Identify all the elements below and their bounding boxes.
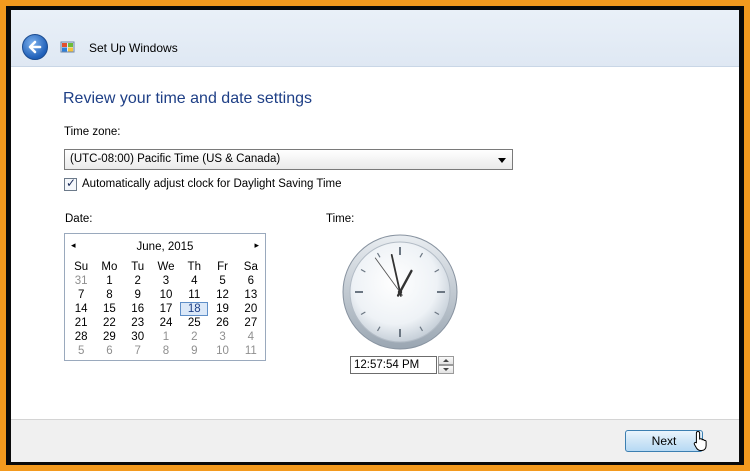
calendar-day[interactable]: 10 — [152, 288, 180, 302]
calendar-day[interactable]: 4 — [237, 330, 265, 344]
weekday-header: Mo — [101, 261, 118, 273]
calendar-day[interactable]: 19 — [208, 302, 236, 316]
time-spinner — [438, 356, 454, 374]
weekday-header: Tu — [131, 261, 145, 273]
time-down-button[interactable] — [438, 365, 454, 374]
calendar-day[interactable]: 30 — [124, 330, 152, 344]
calendar-week-row: 21 22 23 24 25 26 27 — [67, 316, 265, 330]
calendar-day[interactable]: 17 — [152, 302, 180, 316]
calendar-day[interactable]: 8 — [95, 288, 123, 302]
next-button[interactable]: Next — [625, 430, 703, 452]
calendar-day[interactable]: 15 — [95, 302, 123, 316]
calendar-day[interactable]: 11 — [237, 344, 265, 358]
calendar-month-title[interactable]: June, 2015 — [65, 241, 265, 253]
calendar-week-row: 14 15 16 17 18 19 20 — [67, 302, 265, 316]
time-up-button[interactable] — [438, 356, 454, 365]
calendar-day[interactable]: 28 — [67, 330, 95, 344]
calendar-day[interactable]: 13 — [237, 288, 265, 302]
calendar-weekday-row: Su Mo Tu We Th Fr Sa — [67, 260, 265, 274]
calendar-day[interactable]: 25 — [180, 316, 208, 330]
time-label: Time: — [326, 213, 355, 225]
calendar-day[interactable]: 10 — [208, 344, 236, 358]
calendar-day[interactable]: 16 — [124, 302, 152, 316]
calendar-day[interactable]: 5 — [208, 274, 236, 288]
timezone-dropdown[interactable]: (UTC-08:00) Pacific Time (US & Canada) — [64, 149, 513, 170]
calendar-day[interactable]: 6 — [95, 344, 123, 358]
calendar-day[interactable]: 1 — [152, 330, 180, 344]
hand-pointer-icon — [693, 430, 707, 451]
calendar-day[interactable]: 29 — [95, 330, 123, 344]
calendar-week-row: 28 29 30 1 2 3 4 — [67, 330, 265, 344]
calendar-day[interactable]: 6 — [237, 274, 265, 288]
calendar-day[interactable]: 14 — [67, 302, 95, 316]
calendar-day[interactable]: 27 — [237, 316, 265, 330]
calendar-week-row: 7 8 9 10 11 12 13 — [67, 288, 265, 302]
calendar-week-row: 31 1 2 3 4 5 6 — [67, 274, 265, 288]
weekday-header: We — [157, 261, 175, 273]
calendar-day[interactable]: 1 — [95, 274, 123, 288]
weekday-header: Su — [74, 261, 89, 273]
calendar-week-row: 5 6 7 8 9 10 11 — [67, 344, 265, 358]
timezone-selected-value: (UTC-08:00) Pacific Time (US & Canada) — [70, 153, 281, 165]
calendar-day[interactable]: 21 — [67, 316, 95, 330]
calendar-day[interactable]: 4 — [180, 274, 208, 288]
analog-clock — [342, 234, 458, 350]
next-month-icon[interactable]: ▸ — [254, 240, 259, 251]
calendar-day[interactable]: 2 — [180, 330, 208, 344]
calendar-day[interactable]: 23 — [124, 316, 152, 330]
chevron-down-icon — [498, 158, 506, 163]
calendar-day[interactable]: 12 — [208, 288, 236, 302]
calendar-grid: Su Mo Tu We Th Fr Sa 31 1 2 3 4 5 6 7 8 9 10 11 12 13 14 15 16 1… — [67, 260, 265, 358]
weekday-header: Th — [187, 261, 201, 273]
setup-window: Set Up Windows Review your time and date… — [11, 10, 739, 462]
calendar-day[interactable]: 5 — [67, 344, 95, 358]
dst-label[interactable]: Automatically adjust clock for Daylight … — [82, 178, 342, 190]
calendar: ◂ June, 2015 ▸ Su Mo Tu We Th Fr Sa 31 1 2 3 4 5 6 7 8 9… — [64, 233, 266, 361]
calendar-day[interactable]: 7 — [67, 288, 95, 302]
clock-center — [397, 289, 403, 295]
timezone-label: Time zone: — [64, 126, 121, 138]
back-arrow-icon — [28, 40, 42, 54]
calendar-day[interactable]: 22 — [95, 316, 123, 330]
calendar-day-selected[interactable]: 18 — [180, 302, 209, 316]
page-heading: Review your time and date settings — [63, 90, 313, 107]
calendar-day[interactable]: 20 — [237, 302, 265, 316]
calendar-day[interactable]: 8 — [152, 344, 180, 358]
calendar-day[interactable]: 9 — [124, 288, 152, 302]
calendar-day[interactable]: 26 — [208, 316, 236, 330]
weekday-header: Sa — [243, 261, 258, 273]
dst-checkbox[interactable]: ✓ — [64, 176, 77, 191]
calendar-day[interactable]: 3 — [208, 330, 236, 344]
time-input[interactable]: 12:57:54 PM — [350, 356, 437, 374]
checkmark-icon: ✓ — [66, 176, 77, 190]
calendar-day[interactable]: 9 — [180, 344, 208, 358]
calendar-day[interactable]: 11 — [180, 288, 208, 302]
calendar-day[interactable]: 2 — [124, 274, 152, 288]
title-bar: Set Up Windows — [11, 10, 739, 67]
calendar-day[interactable]: 31 — [67, 274, 95, 288]
back-button[interactable] — [22, 34, 48, 60]
windows-setup-icon — [60, 41, 75, 53]
calendar-day[interactable]: 7 — [124, 344, 152, 358]
weekday-header: Fr — [217, 261, 228, 273]
calendar-day[interactable]: 24 — [152, 316, 180, 330]
date-label: Date: — [65, 213, 93, 225]
calendar-day[interactable]: 3 — [152, 274, 180, 288]
window-title: Set Up Windows — [89, 41, 178, 55]
